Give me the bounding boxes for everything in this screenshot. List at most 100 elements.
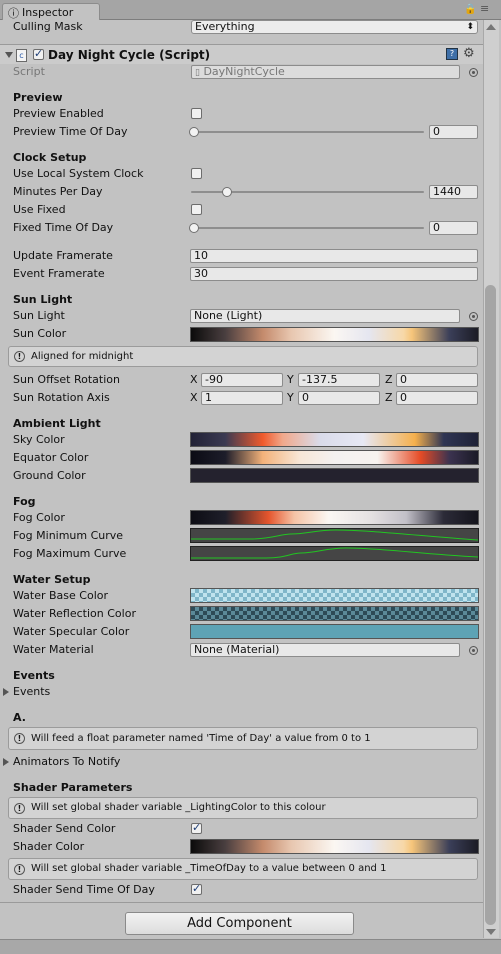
sun-offset-x-input[interactable]: -90 [201, 373, 283, 387]
add-component-button[interactable]: Add Component [125, 912, 354, 935]
bottom-divider [0, 902, 483, 903]
sun-help-box: ! Aligned for midnight [8, 346, 478, 367]
shader-send-color-checkbox[interactable]: ✓ [191, 821, 202, 834]
shader-header: Shader Parameters [13, 781, 133, 794]
minutes-slider-thumb[interactable] [222, 187, 233, 197]
script-file-icon: ▯ [195, 68, 200, 78]
sun-offset-y-label: Y [287, 373, 294, 386]
culling-mask-dropdown[interactable]: Everything ⬍ [191, 20, 478, 34]
ground-color-gradient[interactable] [190, 468, 479, 483]
sun-offset-z-label: Z [385, 373, 393, 386]
sky-color-gradient[interactable] [190, 432, 479, 447]
animators-foldout-icon[interactable] [3, 758, 9, 766]
sun-header: Sun Light [13, 293, 73, 306]
sun-axis-label: Sun Rotation Axis [13, 391, 110, 404]
script-field[interactable]: ▯ DayNightCycle [191, 65, 460, 79]
preview-time-slider-track[interactable] [191, 131, 424, 133]
scrollbar-thumb[interactable] [485, 285, 496, 925]
sun-axis-x-value: 1 [205, 391, 212, 404]
sun-axis-x-label: X [190, 391, 198, 404]
sun-offset-x-value: -90 [205, 373, 223, 386]
sun-axis-x-input[interactable]: 1 [201, 391, 283, 405]
scroll-down-icon[interactable] [486, 929, 496, 935]
fog-color-gradient[interactable] [190, 510, 479, 525]
sun-offset-z-input[interactable]: 0 [396, 373, 478, 387]
sun-light-field[interactable]: None (Light) [190, 309, 460, 323]
water-specular-label: Water Specular Color [13, 625, 130, 638]
preview-time-label: Preview Time Of Day [13, 125, 128, 138]
sun-color-gradient[interactable] [190, 327, 479, 342]
animators-foldout-label[interactable]: Animators To Notify [13, 755, 120, 768]
fixed-time-slider-thumb[interactable] [189, 223, 199, 233]
culling-mask-value: Everything [195, 20, 255, 33]
fog-max-curve[interactable] [190, 546, 479, 561]
shader-help-box-1: ! Will set global shader variable _Light… [8, 797, 478, 819]
sun-axis-z-input[interactable]: 0 [396, 391, 478, 405]
script-target-icon[interactable] [469, 68, 478, 77]
preview-header: Preview [13, 91, 63, 104]
component-title: Day Night Cycle (Script) [48, 48, 211, 62]
fog-min-curve-line [191, 529, 478, 541]
ambient-header: Ambient Light [13, 417, 101, 430]
water-header: Water Setup [13, 573, 91, 586]
sun-help-text: Aligned for midnight [31, 351, 134, 362]
bottom-bar [0, 939, 501, 954]
use-fixed-label: Use Fixed [13, 203, 66, 216]
sun-axis-y-input[interactable]: 0 [298, 391, 380, 405]
help-book-icon[interactable]: ? [446, 48, 458, 60]
sun-color-label: Sun Color [13, 327, 67, 340]
script-value: DayNightCycle [203, 65, 285, 78]
preview-time-slider-thumb[interactable] [189, 127, 199, 137]
shader-color-gradient[interactable] [190, 839, 479, 854]
sun-offset-y-value: -137.5 [302, 373, 338, 386]
script-label: Script [13, 65, 45, 78]
info-icon: ! [14, 733, 25, 744]
sky-color-label: Sky Color [13, 433, 65, 446]
water-specular-color[interactable] [190, 624, 479, 639]
water-base-color[interactable] [190, 588, 479, 603]
use-local-clock-checkbox[interactable] [191, 168, 202, 179]
fixed-time-value: 0 [433, 221, 440, 234]
events-foldout-label[interactable]: Events [13, 685, 50, 698]
component-enabled-checkbox[interactable]: ✓ [33, 47, 44, 60]
water-material-target-icon[interactable] [469, 646, 478, 655]
water-material-field[interactable]: None (Material) [190, 643, 460, 657]
shader-send-time-checkbox[interactable]: ✓ [191, 882, 202, 895]
minutes-input[interactable]: 1440 [429, 185, 478, 199]
fog-min-curve[interactable] [190, 528, 479, 543]
sun-offset-y-input[interactable]: -137.5 [298, 373, 380, 387]
sun-light-value: None (Light) [194, 309, 263, 322]
sun-offset-x-label: X [190, 373, 198, 386]
update-framerate-input[interactable]: 10 [190, 249, 478, 263]
events-foldout-icon[interactable] [3, 688, 9, 696]
shader-help-text-1: Will set global shader variable _Lightin… [31, 802, 326, 813]
use-fixed-checkbox[interactable] [191, 204, 202, 215]
scroll-up-icon[interactable] [486, 24, 496, 30]
lock-icon[interactable]: 🔒 [464, 4, 476, 15]
tab-menu-icon[interactable]: ≡ [480, 2, 489, 15]
fog-color-label: Fog Color [13, 511, 65, 524]
foldout-open-icon[interactable] [5, 52, 13, 58]
preview-time-input[interactable]: 0 [429, 125, 478, 139]
equator-color-gradient[interactable] [190, 450, 479, 465]
add-component-label: Add Component [187, 916, 292, 931]
tab-inspector[interactable]: ⓘ Inspector [2, 3, 100, 20]
fixed-time-slider-track[interactable] [191, 227, 424, 229]
script-icon: c [16, 49, 27, 62]
gear-icon[interactable]: ⚙ [463, 46, 475, 61]
sun-light-target-icon[interactable] [469, 312, 478, 321]
water-reflection-color[interactable] [190, 606, 479, 621]
fixed-time-input[interactable]: 0 [429, 221, 478, 235]
fixed-time-label: Fixed Time Of Day [13, 221, 114, 234]
info-icon: ! [14, 351, 25, 362]
event-framerate-input[interactable]: 30 [190, 267, 478, 281]
shader-color-label: Shader Color [13, 840, 85, 853]
sun-offset-z-value: 0 [400, 373, 407, 386]
water-reflection-label: Water Reflection Color [13, 607, 136, 620]
sun-axis-y-label: Y [287, 391, 294, 404]
preview-enabled-checkbox[interactable] [191, 108, 202, 119]
a-help-box: ! Will feed a float parameter named 'Tim… [8, 727, 478, 750]
minutes-value: 1440 [433, 185, 461, 198]
a-help-text: Will feed a float parameter named 'Time … [31, 733, 371, 744]
check-icon: ✓ [34, 47, 44, 60]
